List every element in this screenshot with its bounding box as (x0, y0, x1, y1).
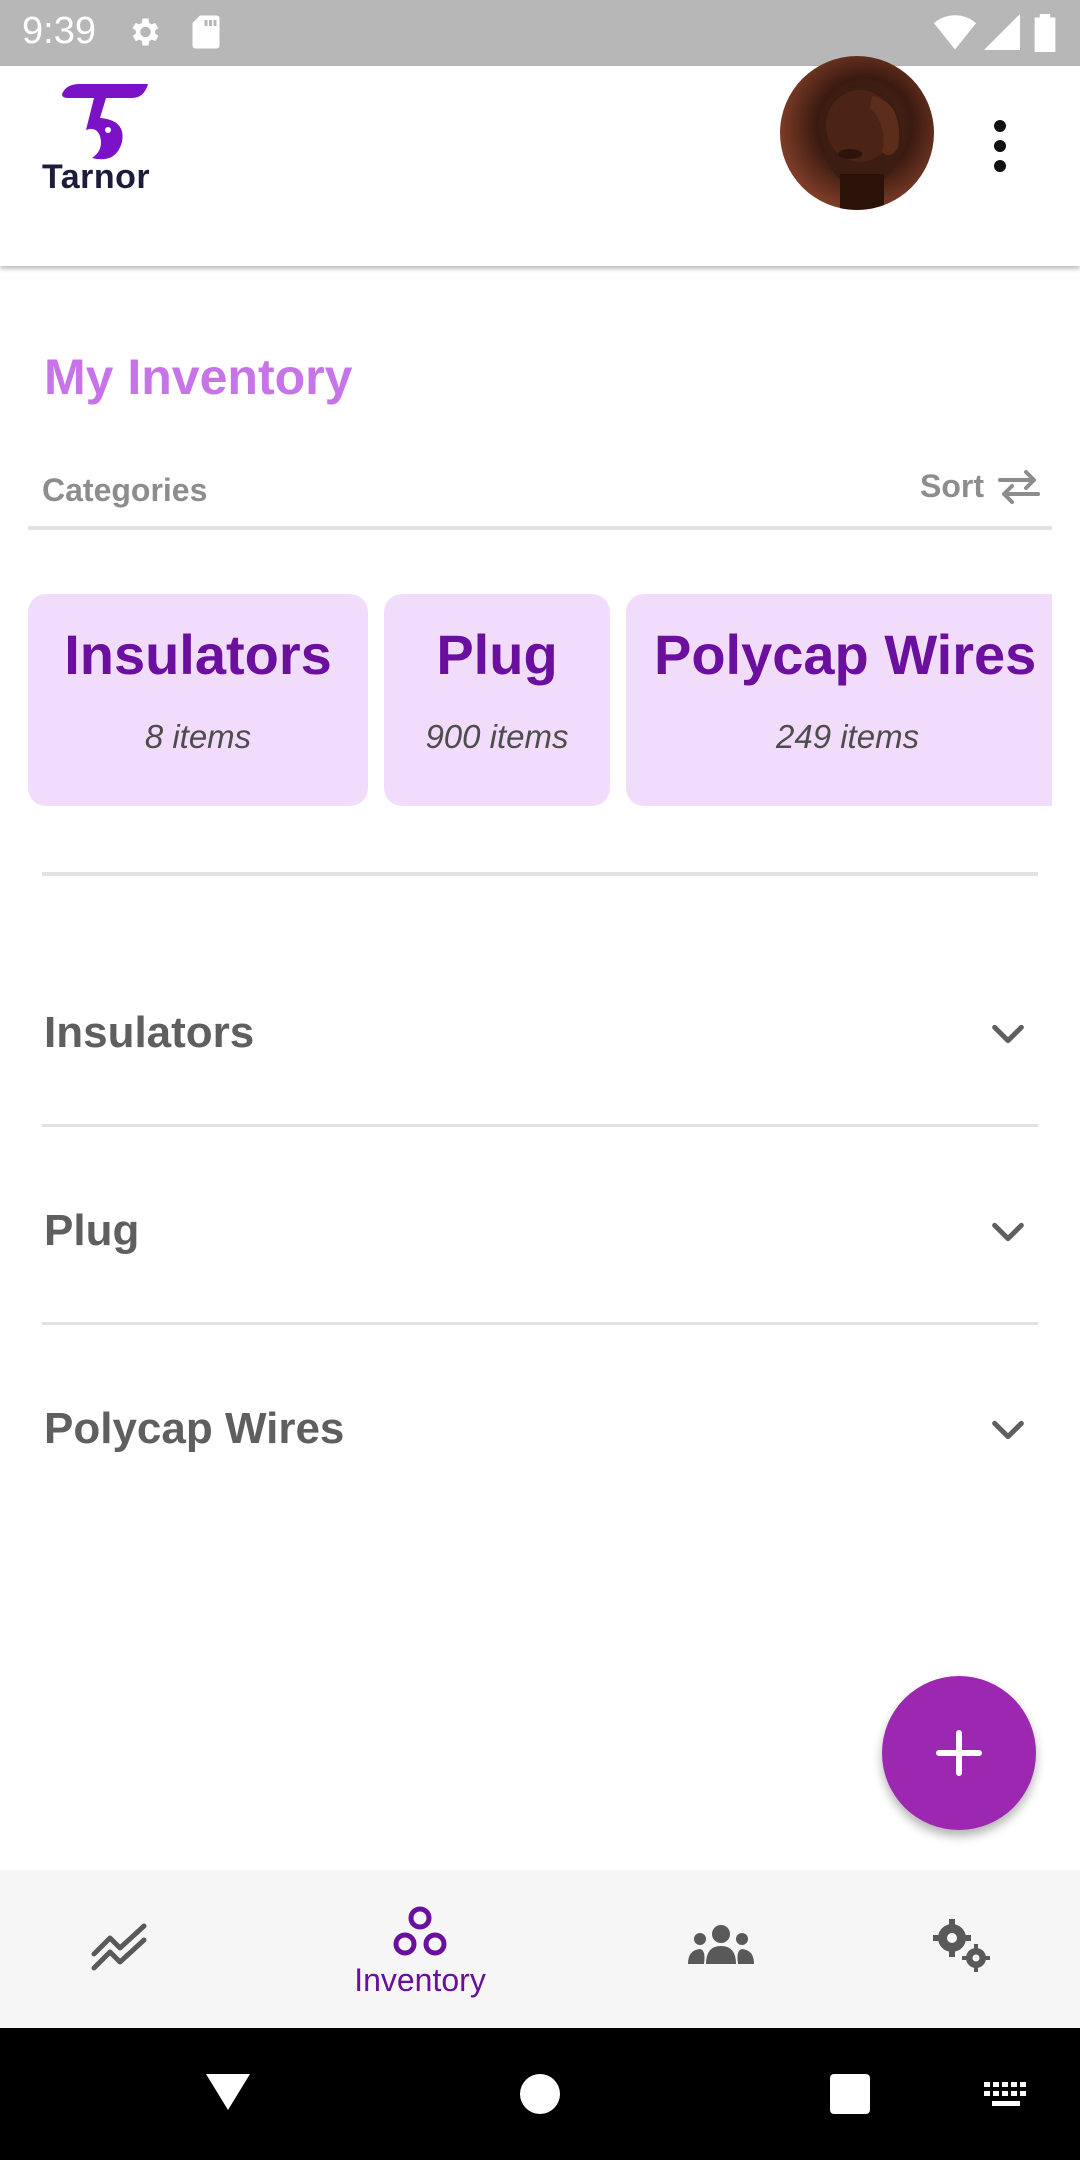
nav-item-team[interactable] (620, 1870, 820, 2028)
battery-icon (1034, 14, 1056, 57)
plus-icon (936, 1730, 982, 1776)
nav-label-inventory: Inventory (354, 1962, 486, 1998)
categories-header: Categories Sort (28, 460, 1052, 530)
keyboard-icon[interactable] (984, 2082, 1028, 2110)
status-bar: 9:39 (0, 0, 1080, 66)
card-count: 8 items (144, 718, 252, 755)
category-card-polycap-wires[interactable]: Polycap Wires 249 items (626, 594, 1052, 806)
card-count: 900 items (425, 718, 569, 755)
avatar-photo (822, 84, 902, 210)
gear-icon (126, 14, 162, 55)
inventory-icon (393, 1906, 447, 1956)
card-name: Insulators (64, 623, 332, 686)
divider (42, 872, 1038, 876)
page-title: My Inventory (44, 349, 353, 405)
chevron-down-icon (992, 1222, 1024, 1242)
accordion-polycap-wires[interactable]: Polycap Wires (42, 1386, 1038, 1526)
chevron-down-icon (992, 1024, 1024, 1044)
home-icon[interactable] (518, 2072, 562, 2116)
chevron-down-icon (992, 1420, 1024, 1440)
category-cards[interactable]: Insulators 8 items Plug 900 items Polyca… (28, 594, 1052, 808)
nav-item-inventory[interactable]: Inventory (320, 1870, 520, 2028)
sort-label: Sort (920, 468, 984, 504)
back-icon[interactable] (204, 2072, 252, 2112)
bottom-nav: Inventory (0, 1870, 1080, 2028)
sd-card-icon (190, 14, 222, 55)
category-card-plug[interactable]: Plug 900 items (384, 594, 610, 806)
card-count: 249 items (776, 718, 920, 755)
settings-icon (933, 1919, 990, 1972)
accordion-title: Plug (44, 1206, 140, 1255)
divider (42, 1322, 1038, 1325)
status-time: 9:39 (22, 10, 96, 52)
app-bar: Tarnor (0, 56, 1080, 266)
more-vert-icon (994, 120, 1006, 172)
recents-icon[interactable] (830, 2074, 870, 2114)
signal-icon (984, 14, 1020, 55)
people-icon (688, 1925, 754, 1964)
trending-icon (91, 1923, 147, 1971)
sort-button[interactable]: Sort (920, 468, 1040, 505)
wifi-icon (934, 14, 976, 55)
add-button[interactable] (882, 1676, 1036, 1830)
accordion-title: Insulators (44, 1008, 255, 1057)
card-name: Plug (436, 623, 558, 686)
accordion-title: Polycap Wires (44, 1404, 345, 1453)
categories-label: Categories (42, 472, 208, 508)
swap-arrows-icon (998, 469, 1040, 504)
system-nav-bar (0, 2028, 1080, 2160)
nav-item-dashboard[interactable] (20, 1870, 220, 2028)
accordion-plug[interactable]: Plug (42, 1188, 1038, 1328)
category-card-insulators[interactable]: Insulators 8 items (28, 594, 368, 806)
divider (42, 1124, 1038, 1127)
nav-item-settings[interactable] (860, 1870, 1060, 2028)
more-options-button[interactable] (982, 106, 1018, 196)
user-avatar[interactable] (780, 56, 934, 210)
logo-text: Tarnor (42, 158, 151, 196)
card-name: Polycap Wires (654, 623, 1037, 686)
logo-mark-icon (62, 84, 148, 160)
accordion-insulators[interactable]: Insulators (42, 990, 1038, 1130)
